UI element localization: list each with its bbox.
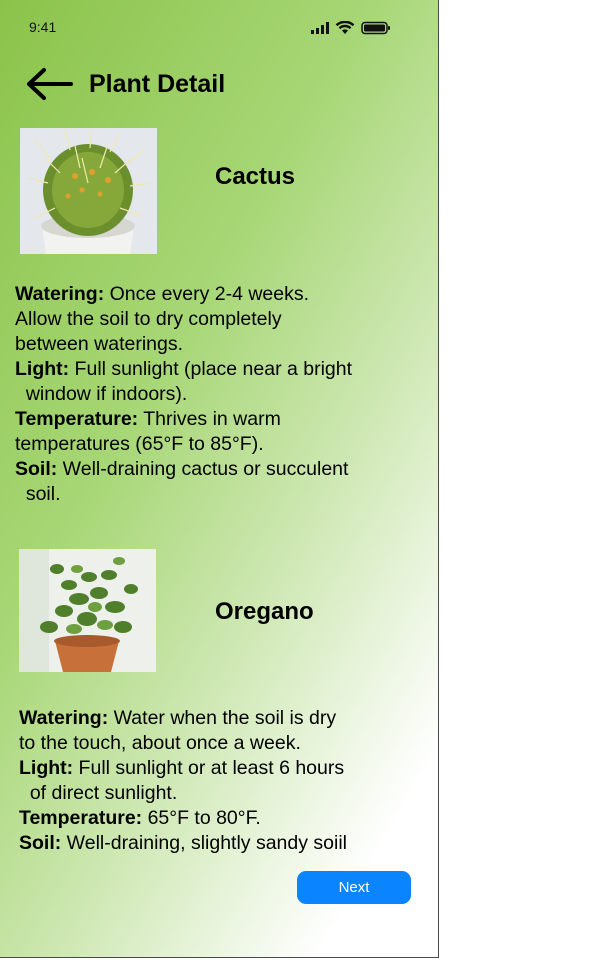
info-line: Light: Full sunlight or at least 6 hours (19, 757, 345, 779)
info-line: Temperature: 65°F to 80°F. (19, 807, 261, 829)
info-line: temperatures (65°F to 85°F). (15, 433, 264, 455)
info-line: between waterings. (15, 333, 184, 355)
info-line: Watering: Once every 2-4 weeks. (15, 283, 310, 305)
info-line: Temperature: Thrives in warm (15, 408, 281, 430)
battery-icon (361, 21, 390, 35)
info-line: to the touch, about once a week. (19, 732, 301, 754)
oregano-image (19, 549, 156, 672)
wifi-icon (335, 21, 355, 34)
plant-name-cactus: Cactus (215, 163, 296, 190)
info-line: of direct sunlight. (19, 782, 178, 804)
info-line: Light: Full sunlight (place near a brigh… (15, 358, 353, 380)
back-button[interactable] (24, 66, 74, 102)
phone-screen: 9:41 Plant Detail Cactus Watering: Once … (0, 0, 439, 958)
cellular-signal-icon (311, 22, 329, 34)
cactus-care-info: Watering: Once every 2-4 weeks. Allow th… (15, 282, 352, 507)
info-line: Watering: Water when the soil is dry (19, 707, 337, 729)
next-button[interactable]: Next (297, 871, 411, 904)
status-icons (311, 19, 391, 37)
status-time: 9:41 (29, 19, 57, 35)
cactus-image (20, 128, 157, 254)
info-line: window if indoors). (15, 383, 188, 405)
info-line: soil. (15, 483, 61, 505)
page-title: Plant Detail (89, 70, 226, 98)
info-line: Soil: Well-draining, slightly sandy soii… (19, 832, 348, 854)
plant-name-oregano: Oregano (215, 598, 314, 625)
info-line: Soil: Well-draining cactus or succulent (15, 458, 349, 480)
arrow-left-icon (27, 68, 73, 100)
info-line: Allow the soil to dry completely (15, 308, 282, 330)
oregano-care-info: Watering: Water when the soil is dry to … (19, 706, 347, 856)
